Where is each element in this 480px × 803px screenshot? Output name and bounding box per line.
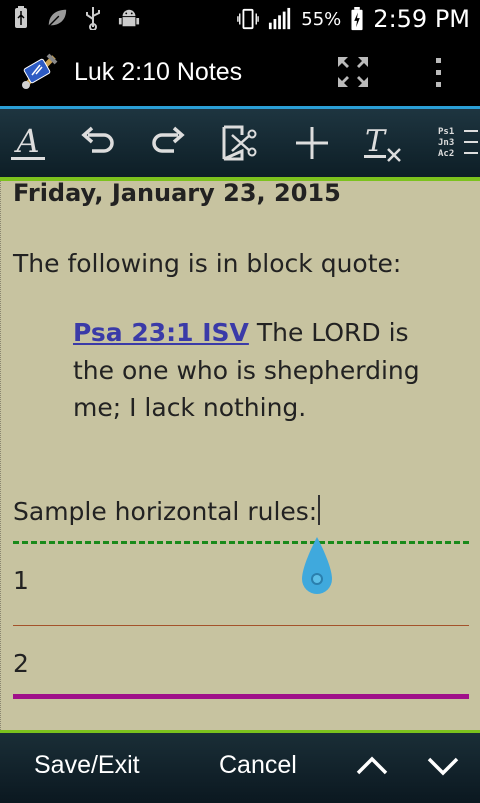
bottom-action-bar: Save/Exit Cancel bbox=[0, 730, 480, 803]
paragraph-block-quote-intro: The following is in block quote: bbox=[13, 249, 402, 278]
verse-list-line-3: Ac2 bbox=[438, 149, 454, 159]
note-editor[interactable]: Friday, January 23, 2015 The following i… bbox=[0, 181, 480, 730]
battery-indicator-icon bbox=[15, 6, 27, 28]
horizontal-rule-thick bbox=[13, 694, 469, 699]
paragraph-horizontal-rules-text: Sample horizontal rules: bbox=[13, 497, 318, 526]
block-quote: Psa 23:1 ISV The LORD is the one who is … bbox=[73, 314, 443, 427]
redo-icon[interactable] bbox=[148, 123, 188, 163]
app-bar: Luk 2:10 Notes bbox=[0, 38, 480, 109]
cut-icon[interactable] bbox=[218, 123, 258, 163]
svg-text:A: A bbox=[13, 123, 39, 160]
signal-strength-icon bbox=[269, 7, 291, 30]
status-icons-right: 55% 2:59 PM bbox=[237, 4, 470, 34]
svg-text:T: T bbox=[365, 124, 387, 159]
verse-list-line-2: Jn3 bbox=[438, 138, 454, 148]
rule-label-1: 1 bbox=[13, 566, 29, 595]
status-icons-left bbox=[10, 6, 140, 30]
verse-list-icon[interactable]: Ps1 Jn3 Ac2 bbox=[436, 123, 480, 163]
scroll-up-icon[interactable] bbox=[355, 751, 389, 781]
rule-label-2: 2 bbox=[13, 649, 29, 678]
battery-percent: 55% bbox=[301, 8, 342, 30]
vibrate-icon bbox=[237, 8, 260, 30]
paragraph-horizontal-rules: Sample horizontal rules: bbox=[13, 495, 321, 526]
app-logo-icon[interactable] bbox=[18, 49, 62, 93]
android-debug-icon bbox=[118, 9, 140, 27]
save-exit-button[interactable]: Save/Exit bbox=[34, 751, 140, 780]
usb-icon bbox=[86, 7, 100, 30]
verse-reference-link[interactable]: Psa 23:1 ISV bbox=[73, 318, 249, 347]
scroll-down-icon[interactable] bbox=[426, 751, 460, 781]
clock: 2:59 PM bbox=[373, 5, 470, 33]
status-bar: 55% 2:59 PM bbox=[0, 0, 480, 38]
fullscreen-icon[interactable] bbox=[336, 55, 370, 89]
verse-list-line-1: Ps1 bbox=[438, 127, 454, 137]
formatting-toolbar: A T Ps1 Jn3 Ac2 bbox=[0, 109, 480, 181]
horizontal-rule-thin bbox=[13, 625, 469, 626]
add-icon[interactable] bbox=[292, 123, 332, 163]
cursor-handle-icon[interactable] bbox=[300, 535, 334, 597]
undo-icon[interactable] bbox=[78, 123, 118, 163]
cancel-button[interactable]: Cancel bbox=[219, 751, 297, 780]
text-caret bbox=[318, 495, 321, 525]
battery-charging-icon bbox=[351, 7, 363, 31]
horizontal-rule-dashed bbox=[13, 541, 469, 544]
overflow-menu-icon[interactable] bbox=[428, 56, 448, 90]
app-title: Luk 2:10 Notes bbox=[74, 58, 243, 86]
clear-formatting-icon[interactable]: T bbox=[362, 123, 402, 163]
note-date: Friday, January 23, 2015 bbox=[13, 181, 341, 207]
text-format-icon[interactable]: A bbox=[8, 123, 48, 163]
leaf-icon bbox=[48, 9, 67, 27]
